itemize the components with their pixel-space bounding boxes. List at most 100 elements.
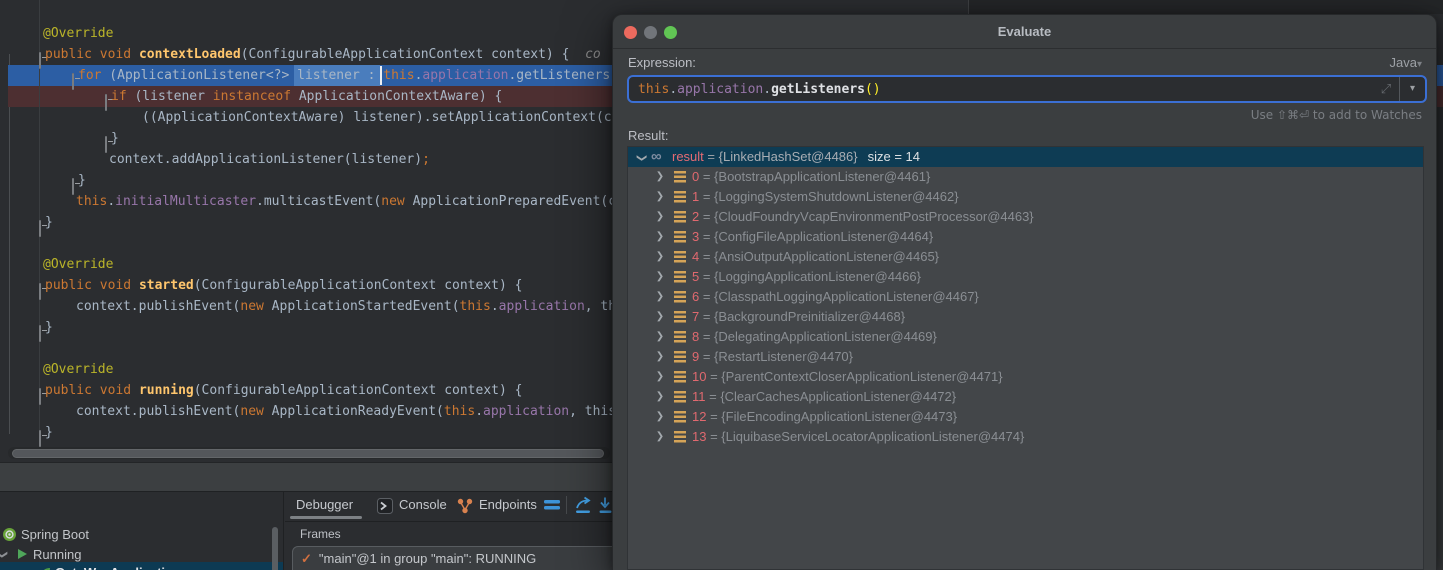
result-item[interactable]: ❯4 = {AnsiOutputApplicationListener@4465…: [628, 247, 1423, 267]
item-value: = {ParentContextCloserApplicationListene…: [706, 369, 1002, 384]
result-item[interactable]: ❯10 = {ParentContextCloserApplicationLis…: [628, 367, 1423, 387]
chevron-collapsed-icon[interactable]: ❯: [654, 367, 666, 387]
item-index: 0 = {BootstrapApplicationListener@4461}: [692, 167, 930, 187]
result-item[interactable]: ❯ 0 = {BootstrapApplicationListener@4461}: [628, 167, 1423, 187]
expand-editor-icon[interactable]: ⤢: [1373, 81, 1399, 97]
expression-history-dropdown[interactable]: ▾: [1399, 77, 1425, 101]
item-index: 8 = {DelegatingApplicationListener@4469}: [692, 327, 937, 347]
item-value: = {ClasspathLoggingApplicationListener@4…: [699, 289, 979, 304]
value-icon: [674, 271, 686, 283]
value-icon: [674, 231, 686, 243]
item-value: = {AnsiOutputApplicationListener@4465}: [699, 249, 939, 264]
step-out-icon[interactable]: [574, 496, 594, 516]
tab-debugger[interactable]: Debugger: [296, 491, 353, 519]
chevron-collapsed-icon[interactable]: ❯: [654, 227, 666, 247]
result-item[interactable]: ❯13 = {LiquibaseServiceLocatorApplicatio…: [628, 427, 1423, 447]
tree-scrollbar[interactable]: [272, 527, 278, 570]
result-item[interactable]: ❯7 = {BackgroundPreinitializer@4468}: [628, 307, 1423, 327]
panel-divider[interactable]: [283, 491, 284, 570]
language-selector[interactable]: Java▾: [1390, 55, 1423, 70]
value-icon: [674, 371, 686, 383]
expression-label: Expression:: [628, 55, 696, 70]
active-tab-underline: [290, 516, 362, 519]
chevron-collapsed-icon[interactable]: ❯: [654, 307, 666, 327]
fold-marker-icon[interactable]: [39, 325, 41, 342]
result-item[interactable]: ❯ 8 = {DelegatingApplicationListener@4469…: [628, 327, 1423, 347]
chevron-collapsed-icon[interactable]: ❯: [654, 207, 666, 227]
result-item[interactable]: ❯11 = {ClearCachesApplicationListener@44…: [628, 387, 1423, 407]
item-index: 5 = {LoggingApplicationListener@4466}: [692, 267, 921, 287]
result-item[interactable]: ❯ 5 = {LoggingApplicationListener@4466}: [628, 267, 1423, 287]
fold-marker-icon[interactable]: [39, 283, 41, 300]
chevron-collapsed-icon[interactable]: ❯: [654, 427, 666, 447]
chevron-down-icon[interactable]: ❯: [0, 550, 12, 562]
item-index: 12 = {FileEncodingApplicationListener@44…: [692, 407, 957, 427]
spring-boot-icon: [2, 527, 17, 542]
value-icon: [674, 331, 686, 343]
chevron-collapsed-icon[interactable]: ❯: [654, 167, 666, 187]
evaluate-dialog: Evaluate Expression: Java▾ this.applicat…: [612, 14, 1437, 570]
fold-marker-icon[interactable]: [39, 388, 41, 405]
fold-marker-icon[interactable]: [72, 73, 74, 90]
fold-marker-icon[interactable]: [105, 94, 107, 111]
result-item[interactable]: ❯6 = {ClasspathLoggingApplicationListene…: [628, 287, 1423, 307]
dialog-title: Evaluate: [613, 15, 1436, 49]
horizontal-scrollbar[interactable]: [8, 447, 610, 459]
chevron-collapsed-icon[interactable]: ❯: [654, 347, 666, 367]
dropdown-arrow-icon: ▾: [1417, 59, 1422, 70]
console-icon: [377, 498, 393, 514]
scrollbar-thumb[interactable]: [12, 449, 604, 458]
endpoints-icon: [457, 498, 473, 514]
chevron-collapsed-icon[interactable]: ❯: [654, 267, 666, 287]
value-icon: [674, 251, 686, 263]
layout-options-icon[interactable]: [543, 498, 561, 512]
chevron-collapsed-icon[interactable]: ❯: [654, 327, 666, 347]
tree-item-spring-boot[interactable]: Spring Boot: [0, 524, 283, 544]
tree-item-running[interactable]: ❯ Running: [0, 544, 283, 564]
check-icon: ✓: [301, 551, 312, 566]
fold-marker-icon[interactable]: [39, 220, 41, 237]
frames-label: Frames: [300, 527, 341, 541]
fold-marker-icon[interactable]: [105, 136, 107, 153]
result-item[interactable]: ❯3 = {ConfigFileApplicationListener@4464…: [628, 227, 1423, 247]
result-item[interactable]: ❯ 2 = {CloudFoundryVcapEnvironmentPostPro…: [628, 207, 1423, 227]
value-icon: [674, 391, 686, 403]
fold-marker-icon[interactable]: [39, 430, 41, 447]
chevron-collapsed-icon[interactable]: ❯: [654, 187, 666, 207]
tab-endpoints[interactable]: Endpoints: [457, 491, 537, 519]
chevron-collapsed-icon[interactable]: ❯: [654, 407, 666, 427]
item-value: = {CloudFoundryVcapEnvironmentPostProces…: [699, 209, 1033, 224]
fold-marker-icon[interactable]: [39, 52, 41, 69]
result-tree[interactable]: ❯ ∞ result = {LinkedHashSet@4486}size = …: [627, 146, 1424, 570]
value-icon: [674, 171, 686, 183]
chevron-collapsed-icon[interactable]: ❯: [654, 287, 666, 307]
dialog-titlebar[interactable]: Evaluate: [613, 15, 1436, 49]
frame-text: "main"@1 in group "main": RUNNING: [319, 551, 536, 566]
language-label: Java: [1390, 55, 1417, 70]
result-item[interactable]: ❯9 = {RestartListener@4470}: [628, 347, 1423, 367]
value-icon: [674, 291, 686, 303]
frame-row[interactable]: ✓ "main"@1 in group "main": RUNNING: [301, 551, 536, 567]
expression-input[interactable]: this.application.getListeners() ⤢ ▾: [627, 75, 1427, 103]
chevron-collapsed-icon[interactable]: ❯: [654, 387, 666, 407]
tab-console[interactable]: Console: [377, 491, 447, 519]
result-item[interactable]: ❯ 12 = {FileEncodingApplicationListener@4…: [628, 407, 1423, 427]
expression-code[interactable]: this.application.getListeners(): [629, 82, 1373, 97]
item-value: = {BootstrapApplicationListener@4461}: [699, 169, 930, 184]
result-item[interactable]: ❯1 = {LoggingSystemShutdownListener@4462…: [628, 187, 1423, 207]
tree-item-label: Spring Boot: [21, 527, 89, 542]
tree-item-application[interactable]: GateWayApplication: [0, 562, 283, 570]
value-icon: [674, 191, 686, 203]
result-root-row[interactable]: ❯ ∞ result = {LinkedHashSet@4486}size = …: [628, 147, 1423, 167]
tab-label: Debugger: [296, 497, 353, 512]
fold-marker-icon[interactable]: [72, 178, 74, 195]
tree-item-label: GateWayApplication: [55, 565, 181, 570]
play-icon: [16, 548, 28, 560]
item-index: 2 = {CloudFoundryVcapEnvironmentPostProc…: [692, 207, 1034, 227]
item-value: = {LoggingSystemShutdownListener@4462}: [699, 189, 958, 204]
item-value: = {DelegatingApplicationListener@4469}: [699, 329, 937, 344]
chevron-collapsed-icon[interactable]: ❯: [654, 247, 666, 267]
chevron-expanded-icon[interactable]: ❯: [631, 152, 651, 164]
item-value: = {BackgroundPreinitializer@4468}: [699, 309, 905, 324]
text-caret: [380, 66, 382, 85]
